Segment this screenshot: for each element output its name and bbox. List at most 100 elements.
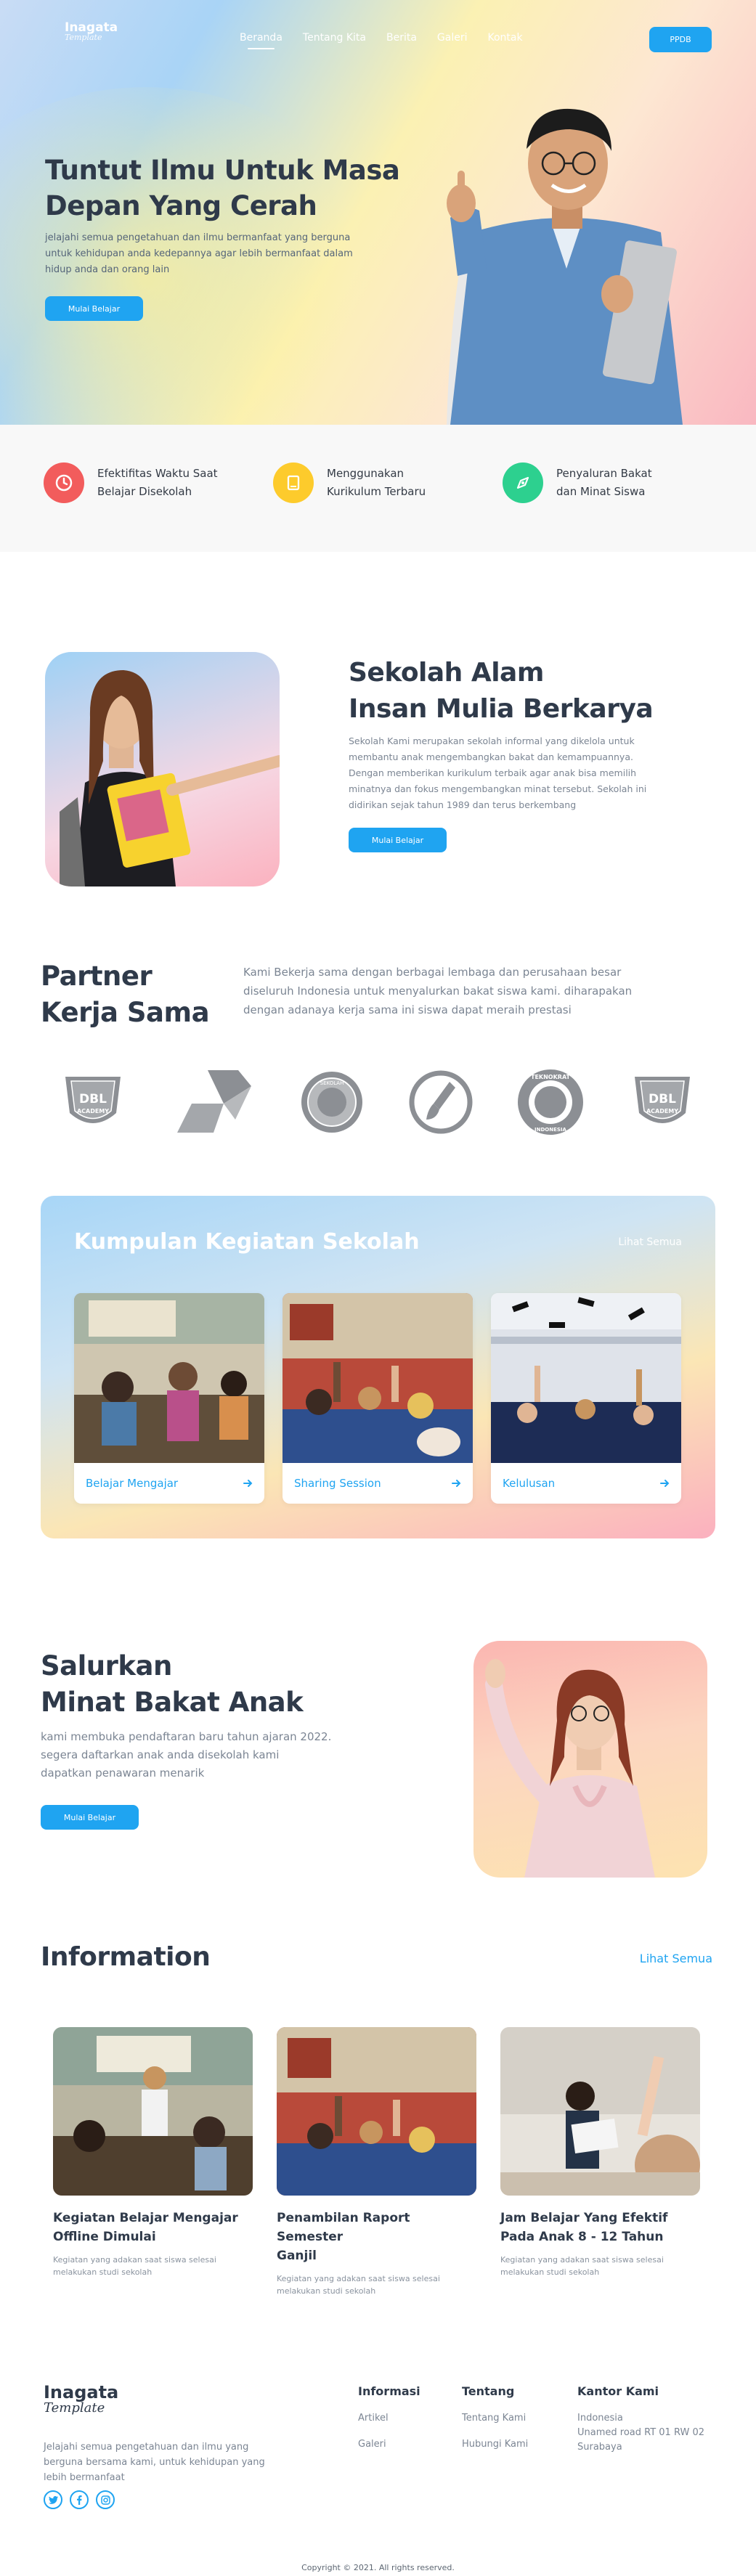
- footer-col-informasi: Informasi Artikel Galeri: [358, 2384, 420, 2452]
- about-desc-line: membantu anak mengembangkan bakat dan ke…: [349, 751, 633, 762]
- kegiatan-card-label: Belajar Mengajar: [86, 1477, 179, 1490]
- info-card-2[interactable]: Penambilan Raport Semester Ganjil Kegiat…: [277, 2027, 476, 2297]
- about-desc-line: didirikan sejak tahun 1989 dan terus ber…: [349, 799, 577, 810]
- footer-link-galeri[interactable]: Galeri: [358, 2437, 420, 2452]
- footer-link-artikel[interactable]: Artikel: [358, 2411, 420, 2426]
- bakat-title-line1: Salurkan: [41, 1650, 172, 1682]
- bakat-cta-button[interactable]: Mulai Belajar: [41, 1805, 139, 1830]
- classroom-photo: [74, 1293, 264, 1463]
- about-desc-line: minatnya dan fokus mengembangkan minat t…: [349, 783, 647, 794]
- site-footer: Inagata Template Jelajahi semua pengetah…: [0, 2352, 756, 2576]
- info-title-line: Offline Dimulai: [53, 2230, 156, 2244]
- footer-brand-name: Inagata: [44, 2382, 119, 2402]
- kegiatan-card-belajar[interactable]: Belajar Mengajar: [74, 1293, 264, 1504]
- teknokrat-logo-text: TEKNOKRAT: [531, 1074, 571, 1080]
- hero-desc-line1: jelajahi semua pengetahuan dan ilmu berm…: [45, 232, 351, 243]
- info-desc-line: melakukan studi sekolah: [500, 2267, 600, 2277]
- info-desc-line: Kegiatan yang adakan saat siswa selesai: [53, 2255, 216, 2265]
- clock-icon: [44, 462, 84, 503]
- kegiatan-card-kelulusan[interactable]: Kelulusan: [491, 1293, 681, 1504]
- twitter-icon[interactable]: [44, 2490, 62, 2509]
- feature-2-line1: Menggunakan: [327, 467, 405, 480]
- main-nav: Beranda Tentang Kita Berita Galeri Konta…: [240, 32, 523, 49]
- academy-logo-text: ACADEMY: [646, 1108, 678, 1114]
- footer-col-kantor: Kantor Kami Indonesia Unamed road RT 01 …: [577, 2384, 704, 2455]
- footer-informasi-head: Informasi: [358, 2384, 420, 2398]
- footer-logo[interactable]: Inagata Template: [44, 2383, 118, 2416]
- feature-text-3: Penyaluran Bakat dan Minat Siswa: [556, 465, 652, 501]
- hero-section: Inagata Template Beranda Tentang Kita Be…: [0, 0, 756, 425]
- footer-description: Jelajahi semua pengetahuan dan ilmu yang…: [44, 2440, 265, 2485]
- dbl-academy-logo: DBL ACADEMY: [65, 1077, 121, 1123]
- feature-text-1: Efektifitas Waktu Saat Belajar Disekolah: [97, 465, 218, 501]
- instagram-icon[interactable]: [96, 2490, 115, 2509]
- bakat-desc-line: segera daftarkan anak anda disekolah kam…: [41, 1748, 280, 1761]
- nav-tentang-kita[interactable]: Tentang Kita: [303, 32, 366, 44]
- hero-desc-line3: hidup anda dan orang lain: [45, 264, 170, 275]
- footer-link-tentang-kami[interactable]: Tentang Kami: [462, 2411, 528, 2426]
- sharing-session-photo: [283, 1293, 473, 1463]
- info-desc-line: Kegiatan yang adakan saat siswa selesai: [277, 2274, 440, 2283]
- feature-1-line2: Belajar Disekolah: [97, 485, 192, 498]
- kegiatan-card-label: Kelulusan: [503, 1477, 556, 1490]
- about-description: Sekolah Kami merupakan sekolah informal …: [349, 733, 712, 813]
- bakat-title-line2: Minat Bakat Anak: [41, 1687, 304, 1718]
- academy-logo-text: ACADEMY: [77, 1108, 109, 1114]
- info-title-line: Kegiatan Belajar Mengajar: [53, 2211, 238, 2225]
- footer-address-line: Surabaya: [577, 2442, 622, 2453]
- about-cta-button[interactable]: Mulai Belajar: [349, 828, 447, 852]
- partner-section: Partner Kerja Sama Kami Bekerja sama den…: [0, 929, 756, 1169]
- kegiatan-title: Kumpulan Kegiatan Sekolah: [74, 1229, 420, 1255]
- bakat-description: kami membuka pendaftaran baru tahun ajar…: [41, 1728, 418, 1782]
- footer-link-hubungi-kami[interactable]: Hubungi Kami: [462, 2437, 528, 2452]
- hero-title-line2: Depan Yang Cerah: [45, 190, 317, 221]
- hero-title: Tuntut Ilmu Untuk Masa Depan Yang Cerah: [45, 152, 452, 224]
- information-section: Information Lihat Semua Kegiatan Belajar…: [0, 1924, 756, 2296]
- footer-desc-line: lebih bermanfaat: [44, 2472, 125, 2483]
- hero-cta-button[interactable]: Mulai Belajar: [45, 296, 143, 321]
- info-card-1[interactable]: Kegiatan Belajar Mengajar Offline Dimula…: [53, 2027, 253, 2278]
- footer-desc-line: Jelajahi semua pengetahuan dan ilmu yang: [44, 2442, 249, 2453]
- info-desc-line: Kegiatan yang adakan saat siswa selesai: [500, 2255, 664, 2265]
- nav-berita[interactable]: Berita: [386, 32, 417, 44]
- info-title-line: Ganjil: [277, 2249, 317, 2263]
- arrow-right-icon: [243, 1480, 253, 1487]
- info-desc: Kegiatan yang adakan saat siswa selesai …: [500, 2254, 700, 2278]
- information-see-all-link[interactable]: Lihat Semua: [640, 1952, 712, 1965]
- kegiatan-card-sharing[interactable]: Sharing Session: [283, 1293, 473, 1504]
- feature-3-line1: Penyaluran Bakat: [556, 467, 652, 480]
- about-title: Sekolah Alam Insan Mulia Berkarya: [349, 655, 654, 727]
- partner-desc-line: Kami Bekerja sama dengan berbagai lembag…: [243, 966, 622, 979]
- about-desc-line: Dengan memberikan kurikulum terbaik agar…: [349, 767, 637, 778]
- kegiatan-card-label: Sharing Session: [294, 1477, 381, 1490]
- info-photo-jam-belajar: [500, 2027, 700, 2196]
- feature-2-line2: Kurikulum Terbaru: [327, 485, 426, 498]
- social-links: [44, 2490, 115, 2509]
- nav-kontak[interactable]: Kontak: [488, 32, 523, 44]
- footer-tentang-head: Tentang: [462, 2384, 515, 2398]
- dbl-academy-logo-2: DBL ACADEMY: [634, 1077, 690, 1123]
- bakat-desc-line: kami membuka pendaftaran baru tahun ajar…: [41, 1730, 332, 1743]
- feature-text-2: Menggunakan Kurikulum Terbaru: [327, 465, 426, 501]
- kegiatan-see-all-link[interactable]: Lihat Semua: [618, 1236, 682, 1248]
- facebook-icon[interactable]: [70, 2490, 89, 2509]
- nav-galeri[interactable]: Galeri: [437, 32, 468, 44]
- partner-desc-line: diseluruh Indonesia untuk menyalurkan ba…: [243, 985, 633, 998]
- info-desc: Kegiatan yang adakan saat siswa selesai …: [277, 2273, 476, 2297]
- info-title: Penambilan Raport Semester Ganjil: [277, 2209, 476, 2265]
- brand-logo[interactable]: Inagata Template: [65, 20, 118, 42]
- kegiatan-card-footer: Sharing Session: [283, 1463, 473, 1504]
- partner-description: Kami Bekerja sama dengan berbagai lembag…: [243, 963, 708, 1019]
- about-title-line1: Sekolah Alam: [349, 658, 544, 688]
- ppdb-button[interactable]: PPDB: [649, 27, 712, 52]
- teknokrat-seal-logo: TEKNOKRAT INDONESIA: [518, 1069, 584, 1135]
- partner-desc-line: dengan adanaya kerja sama ini siswa dapa…: [243, 1003, 572, 1016]
- woman-waving-photo: [485, 1659, 655, 1878]
- partner-logos: DBL ACADEMY SEKOLAH TEKNOKRAT INDONESIA: [58, 1066, 697, 1138]
- info-card-3[interactable]: Jam Belajar Yang Efektif Pada Anak 8 - 1…: [500, 2027, 700, 2278]
- nav-beranda[interactable]: Beranda: [240, 32, 283, 49]
- feature-3-line2: dan Minat Siswa: [556, 485, 646, 498]
- info-photo-classroom: [53, 2027, 253, 2196]
- about-title-line2: Insan Mulia Berkarya: [349, 694, 654, 724]
- info-title-line: Jam Belajar Yang Efektif: [500, 2211, 668, 2225]
